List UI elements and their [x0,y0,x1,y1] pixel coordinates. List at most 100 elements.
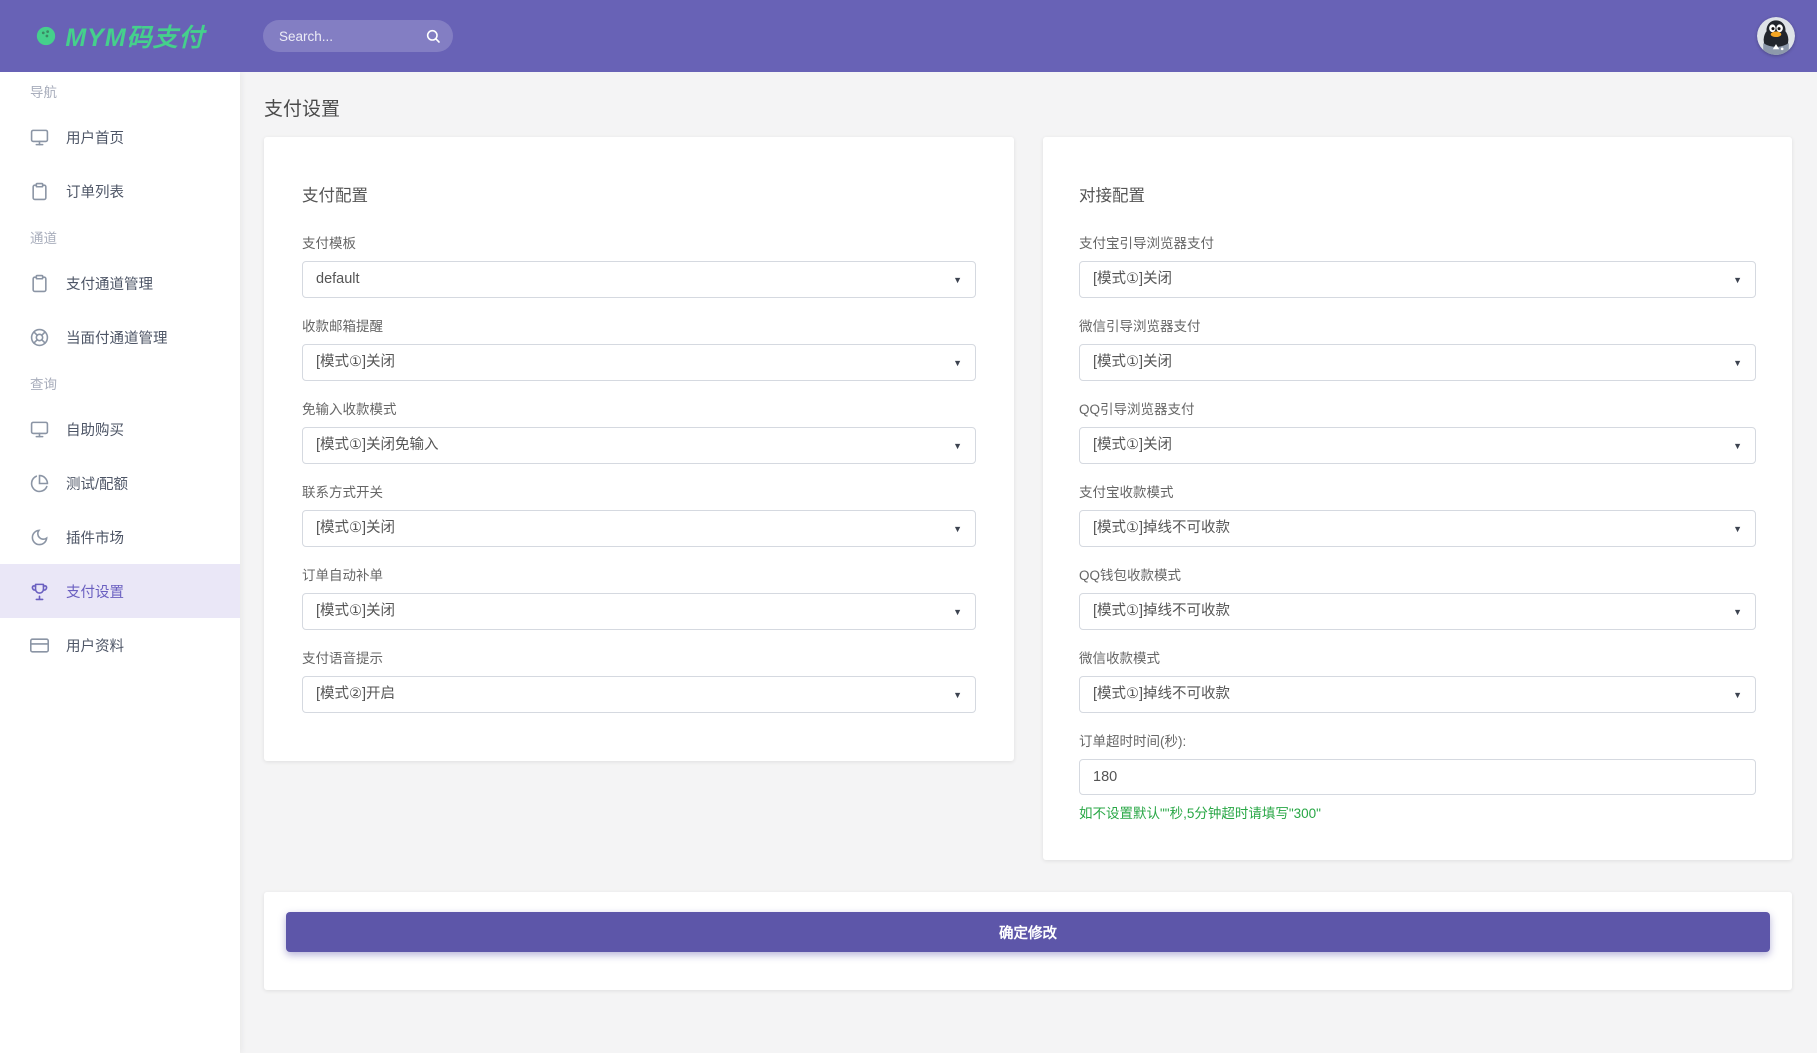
sidebar-item-plugin-market[interactable]: 插件市场 [0,510,240,564]
qq-browser-guide-select[interactable]: [模式①]关闭 ▼ [1079,427,1756,464]
monitor-icon [30,128,49,147]
main-content: 支付设置 支付配置 支付模板 default ▼ 收款邮箱提醒 [模式①]关闭 … [240,72,1817,1053]
search-icon[interactable] [425,28,441,44]
top-header: MYM码支付 [0,0,1817,72]
field-label: 支付宝引导浏览器支付 [1079,232,1756,252]
select-value: [模式①]关闭 [1093,271,1172,287]
sidebar-item-test-quota[interactable]: 测试/配额 [0,456,240,510]
field-label: QQ钱包收款模式 [1079,564,1756,584]
sidebar-item-order-list[interactable]: 订单列表 [0,164,240,218]
chevron-down-icon: ▼ [1733,511,1742,547]
select-value: [模式①]关闭免输入 [316,437,439,453]
payment-config-card: 支付配置 支付模板 default ▼ 收款邮箱提醒 [模式①]关闭 ▼ 免输入… [264,137,1014,761]
field-label: 免输入收款模式 [302,398,976,418]
sidebar-item-label: 插件市场 [66,527,124,548]
alipay-collect-mode-select[interactable]: [模式①]掉线不可收款 ▼ [1079,510,1756,547]
brand-title: MYM码支付 [65,18,204,54]
brand-ball-icon [35,25,57,47]
select-value: [模式①]掉线不可收款 [1093,603,1230,619]
field-label: 支付宝收款模式 [1079,481,1756,501]
field-order-timeout: 订单超时时间(秒): 如不设置默认""秒,5分钟超时请填写"300" [1079,730,1756,822]
sidebar-item-payment-settings[interactable]: 支付设置 [0,564,240,618]
email-reminder-select[interactable]: [模式①]关闭 ▼ [302,344,976,381]
field-label: 收款邮箱提醒 [302,315,976,335]
chevron-down-icon: ▼ [1733,262,1742,298]
field-no-input-mode: 免输入收款模式 [模式①]关闭免输入 ▼ [302,398,976,464]
sidebar-item-user-profile[interactable]: 用户资料 [0,618,240,672]
chevron-down-icon: ▼ [1733,677,1742,713]
sidebar-item-payment-channel-mgmt[interactable]: 支付通道管理 [0,256,240,310]
voice-prompt-select[interactable]: [模式②]开启 ▼ [302,676,976,713]
qq-wallet-collect-mode-select[interactable]: [模式①]掉线不可收款 ▼ [1079,593,1756,630]
field-email-reminder: 收款邮箱提醒 [模式①]关闭 ▼ [302,315,976,381]
sidebar-item-user-home[interactable]: 用户首页 [0,110,240,164]
select-value: [模式①]关闭 [316,354,395,370]
alipay-browser-guide-select[interactable]: [模式①]关闭 ▼ [1079,261,1756,298]
payment-config-title: 支付配置 [302,182,976,206]
chevron-down-icon: ▼ [953,262,962,298]
field-label: 联系方式开关 [302,481,976,501]
wechat-collect-mode-select[interactable]: [模式①]掉线不可收款 ▼ [1079,676,1756,713]
moon-icon [30,528,49,547]
integration-config-title: 对接配置 [1079,182,1756,206]
order-timeout-input[interactable] [1079,759,1756,795]
sidebar-item-label: 用户首页 [66,127,124,148]
page-title: 支付设置 [264,94,340,121]
qq-penguin-icon [1757,17,1795,55]
field-contact-switch: 联系方式开关 [模式①]关闭 ▼ [302,481,976,547]
timeout-hint-text: 如不设置默认""秒,5分钟超时请填写"300" [1079,802,1756,822]
field-label: 支付语音提示 [302,647,976,667]
trophy-icon [30,582,49,601]
field-alipay-browser-guide: 支付宝引导浏览器支付 [模式①]关闭 ▼ [1079,232,1756,298]
contact-switch-select[interactable]: [模式①]关闭 ▼ [302,510,976,547]
chevron-down-icon: ▼ [1733,428,1742,464]
select-value: [模式②]开启 [316,686,395,702]
sidebar-item-label: 订单列表 [66,181,124,202]
auto-reorder-select[interactable]: [模式①]关闭 ▼ [302,593,976,630]
field-voice-prompt: 支付语音提示 [模式②]开启 ▼ [302,647,976,713]
sidebar-item-self-purchase[interactable]: 自助购买 [0,402,240,456]
clipboard-icon [30,274,49,293]
wechat-browser-guide-select[interactable]: [模式①]关闭 ▼ [1079,344,1756,381]
field-payment-template: 支付模板 default ▼ [302,232,976,298]
sidebar-item-label: 当面付通道管理 [66,327,168,348]
sidebar-item-label: 用户资料 [66,635,124,656]
payment-template-select[interactable]: default ▼ [302,261,976,298]
field-label: 微信引导浏览器支付 [1079,315,1756,335]
sidebar-item-label: 支付通道管理 [66,273,153,294]
select-value: [模式①]关闭 [316,603,395,619]
user-avatar[interactable] [1757,17,1795,55]
chevron-down-icon: ▼ [1733,594,1742,630]
select-value: default [316,271,360,287]
confirm-modify-button[interactable]: 确定修改 [286,912,1770,952]
field-wechat-browser-guide: 微信引导浏览器支付 [模式①]关闭 ▼ [1079,315,1756,381]
sidebar-item-label: 自助购买 [66,419,124,440]
life-buoy-icon [30,328,49,347]
field-label: QQ引导浏览器支付 [1079,398,1756,418]
pie-chart-icon [30,474,49,493]
nav-section-navigation: 导航 [0,72,240,110]
field-label: 支付模板 [302,232,976,252]
brand-logo[interactable]: MYM码支付 [0,18,240,54]
nav-section-channels: 通道 [0,218,240,256]
field-alipay-collect-mode: 支付宝收款模式 [模式①]掉线不可收款 ▼ [1079,481,1756,547]
sidebar-item-label: 测试/配额 [66,473,128,494]
field-qq-wallet-collect-mode: QQ钱包收款模式 [模式①]掉线不可收款 ▼ [1079,564,1756,630]
field-wechat-collect-mode: 微信收款模式 [模式①]掉线不可收款 ▼ [1079,647,1756,713]
field-label: 订单超时时间(秒): [1079,730,1756,750]
nav-section-query: 查询 [0,364,240,402]
select-value: [模式①]掉线不可收款 [1093,520,1230,536]
select-value: [模式①]关闭 [1093,437,1172,453]
sidebar-nav: 导航 用户首页 订单列表 通道 支付通道管理 当面付通道管理 查询 [0,72,240,1053]
field-label: 微信收款模式 [1079,647,1756,667]
chevron-down-icon: ▼ [953,428,962,464]
field-auto-reorder: 订单自动补单 [模式①]关闭 ▼ [302,564,976,630]
select-value: [模式①]关闭 [1093,354,1172,370]
chevron-down-icon: ▼ [1733,345,1742,381]
credit-card-icon [30,636,49,655]
no-input-mode-select[interactable]: [模式①]关闭免输入 ▼ [302,427,976,464]
chevron-down-icon: ▼ [953,345,962,381]
search-input[interactable] [279,29,425,44]
field-qq-browser-guide: QQ引导浏览器支付 [模式①]关闭 ▼ [1079,398,1756,464]
sidebar-item-f2f-channel-mgmt[interactable]: 当面付通道管理 [0,310,240,364]
